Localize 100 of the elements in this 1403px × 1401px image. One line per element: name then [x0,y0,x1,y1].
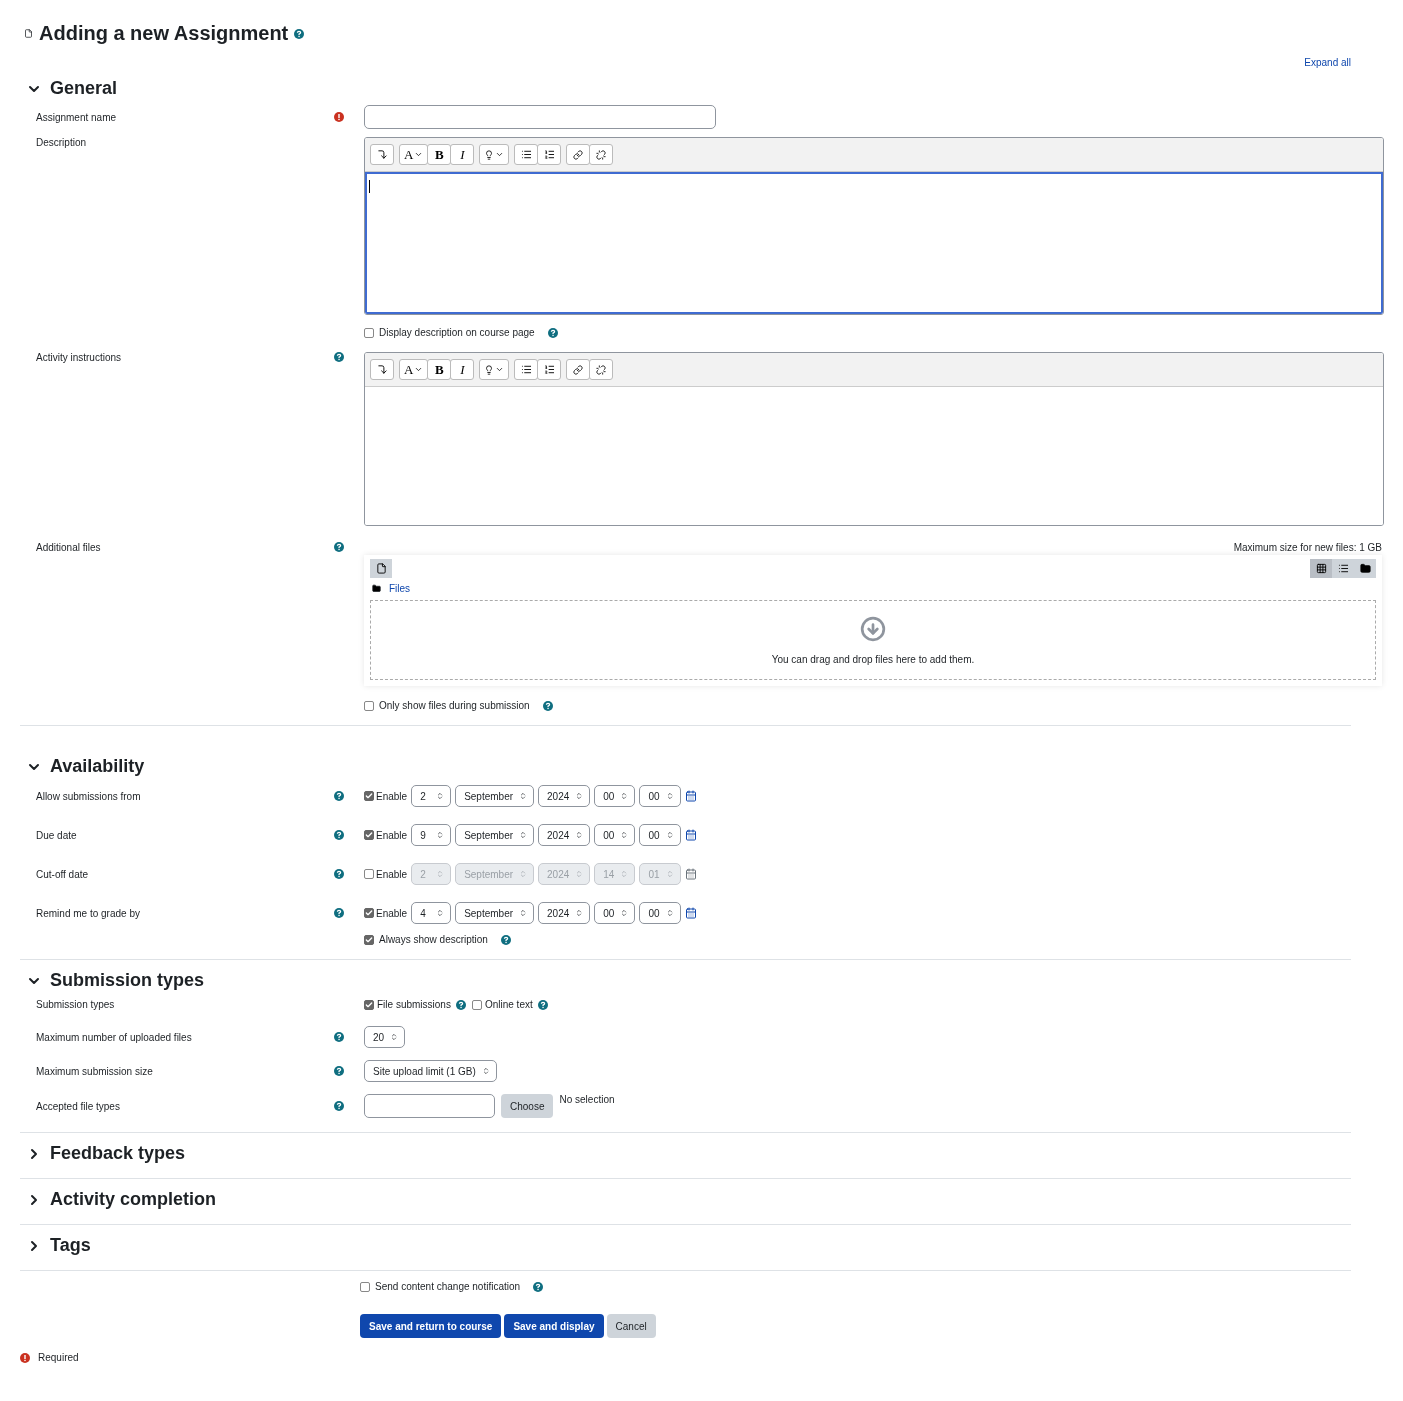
file-types-field[interactable] [364,1094,495,1118]
drop-zone[interactable]: You can drag and drop files here to add them. [370,600,1376,680]
up-down-caret-icon [665,831,674,839]
dropdown-select[interactable]: 00 [639,902,681,924]
font-style-button[interactable]: A [399,144,429,165]
help-icon[interactable] [334,1101,344,1111]
up-down-caret-icon [665,792,674,800]
checkbox[interactable] [364,327,374,338]
save-button[interactable]: Save and display [504,1314,604,1338]
help-icon[interactable] [334,352,344,362]
help-icon[interactable] [294,28,305,39]
help-icon[interactable] [500,934,511,945]
dropdown-select[interactable]: Site upload limit (1 GB) [364,1060,497,1082]
dropdown-select[interactable]: 20 [364,1026,406,1048]
calendar-icon[interactable] [684,868,697,880]
help-icon[interactable] [455,999,466,1010]
toolbar-toggle-button[interactable] [370,144,394,165]
bold-button[interactable]: B [427,359,452,380]
help-icon[interactable] [533,1281,544,1292]
up-down-caret-icon [519,792,528,800]
unlink-icon [596,149,607,160]
checkbox[interactable] [364,934,374,945]
section-heading[interactable]: General [50,78,118,99]
add-file-button[interactable] [370,559,392,578]
numbered-list-button[interactable] [537,359,562,380]
help-icon[interactable] [334,1066,344,1076]
italic-button[interactable]: I [450,144,475,165]
help-icon[interactable] [542,700,553,711]
link-button[interactable] [566,359,591,380]
dropdown-select[interactable]: 2024 [538,902,591,924]
help-icon[interactable] [334,542,344,552]
view-mode-button[interactable] [1310,559,1332,578]
dropdown-select[interactable]: September [455,785,535,807]
lightbulb-button[interactable] [479,359,510,380]
help-icon[interactable] [334,830,344,840]
calendar-icon[interactable] [684,829,697,841]
dropdown-select[interactable]: September [455,824,535,846]
expand-all-link[interactable]: Expand all [1304,57,1351,68]
section-heading[interactable]: Tags [50,1235,91,1256]
caret-icon [495,150,505,159]
checkbox-label: Enable [376,790,408,802]
help-icon[interactable] [334,908,344,918]
bullet-list-button[interactable] [514,144,539,165]
files-path-link[interactable]: Files [389,583,411,594]
description-editor[interactable] [365,172,1383,314]
checkbox[interactable] [360,1281,370,1292]
italic-button[interactable]: I [450,359,475,380]
dropdown-select[interactable]: 00 [594,902,636,924]
checkbox-label: Enable [376,829,408,841]
assignment-name-field[interactable] [364,105,716,129]
checkbox[interactable] [364,999,374,1010]
dropdown-select[interactable]: 00 [594,824,636,846]
bold-button[interactable]: B [427,144,452,165]
section-heading[interactable]: Feedback types [50,1143,186,1164]
checkbox[interactable] [364,700,374,711]
calendar-icon[interactable] [684,790,697,802]
dropdown-select[interactable]: September [455,902,535,924]
dropdown-select[interactable]: 2024 [538,785,591,807]
help-icon[interactable] [537,999,548,1010]
checkbox-label: Enable [376,907,408,919]
font-style-button[interactable]: A [399,359,429,380]
bullet-list-button[interactable] [514,359,539,380]
calendar-icon[interactable] [684,907,697,919]
checkbox[interactable] [364,869,374,879]
numbered-list-icon [543,364,555,375]
unlink-button[interactable] [589,144,614,165]
checkbox-label: File submissions [377,999,451,1010]
help-icon[interactable] [334,791,344,801]
required-icon [20,1352,30,1363]
cancel-button[interactable]: Cancel [606,1314,656,1338]
help-icon[interactable] [334,869,344,879]
dropdown-select[interactable]: 2024 [538,824,591,846]
dropdown-select[interactable]: 9 [411,824,452,846]
section-heading[interactable]: Submission types [50,970,205,991]
toolbar-toggle-button[interactable] [370,359,394,380]
unlink-button[interactable] [589,359,614,380]
dropdown-select[interactable]: 00 [594,785,636,807]
checkbox[interactable] [364,830,374,840]
checkbox[interactable] [364,791,374,801]
dropdown-select[interactable]: 2 [411,785,452,807]
checkmark-icon [365,1000,373,1009]
view-mode-button[interactable] [1354,559,1376,578]
bullet-list-icon [520,364,532,375]
checkbox[interactable] [471,999,482,1010]
link-button[interactable] [566,144,591,165]
save-button[interactable]: Save and return to course [360,1314,502,1338]
dropdown-select[interactable]: 00 [639,785,681,807]
dropdown-select[interactable]: 4 [411,902,452,924]
section-heading[interactable]: Activity completion [50,1189,217,1210]
help-icon[interactable] [547,327,558,338]
down-arrow-icon [376,149,388,160]
section-heading[interactable]: Availability [50,756,145,777]
dropdown-select[interactable]: 00 [639,824,681,846]
lightbulb-button[interactable] [479,144,510,165]
view-mode-button[interactable] [1332,559,1354,578]
help-icon[interactable] [334,1032,344,1042]
choose-button[interactable]: Choose [501,1094,554,1118]
checkbox[interactable] [364,908,374,918]
numbered-list-button[interactable] [537,144,562,165]
required-legend: Required [38,1352,79,1363]
